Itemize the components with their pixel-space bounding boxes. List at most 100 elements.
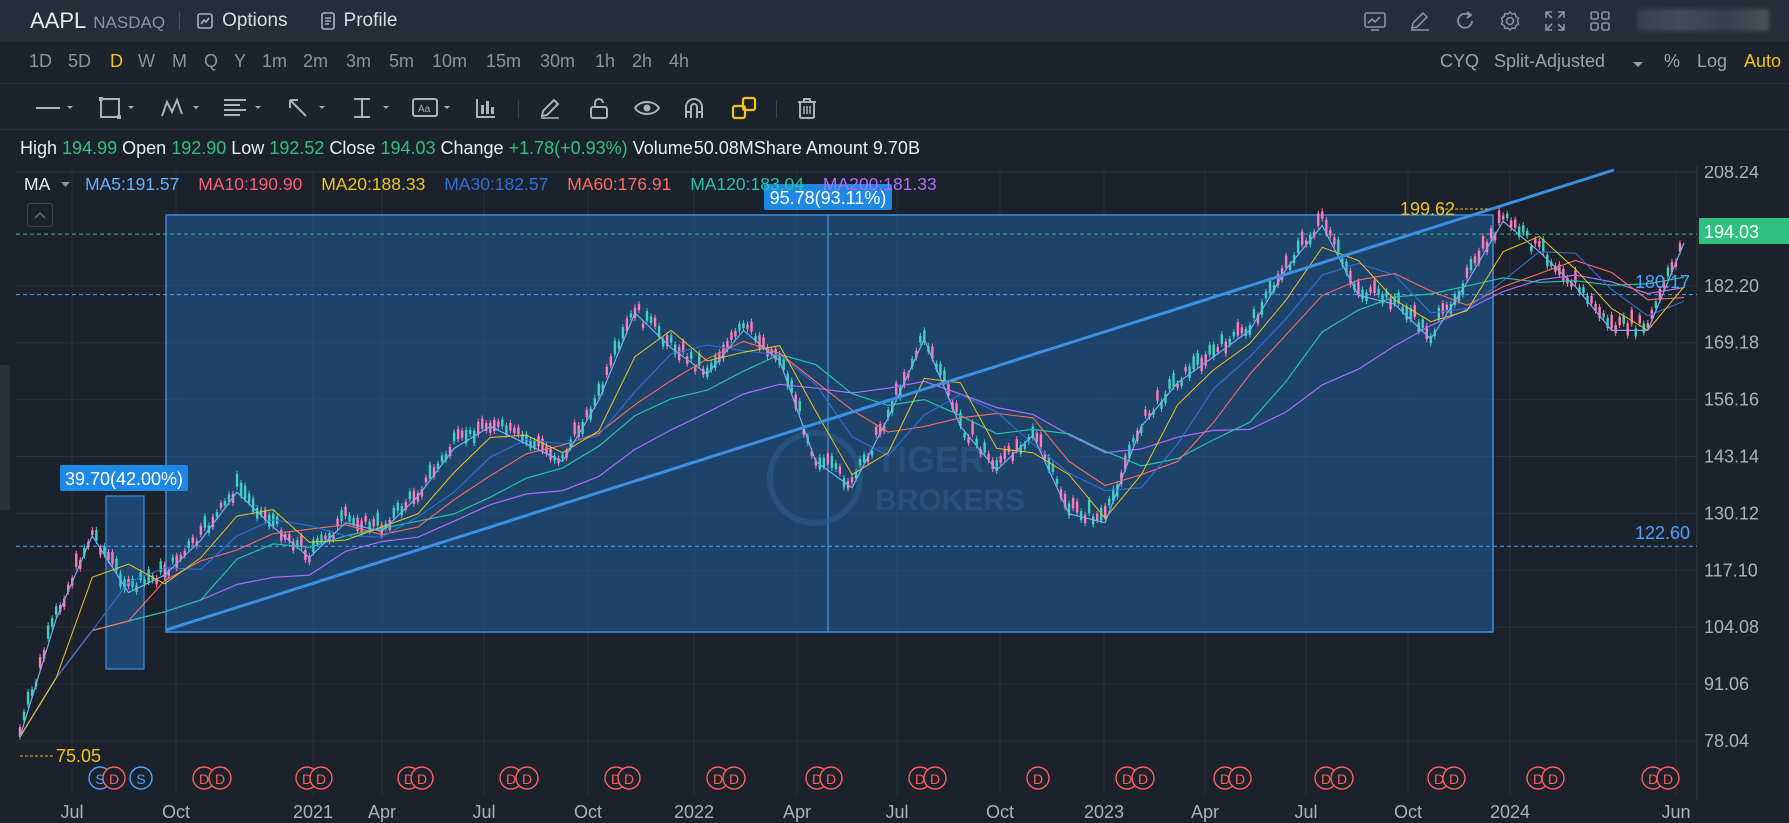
interval-2h[interactable]: 2h (632, 51, 652, 72)
auto-toggle[interactable]: Auto (1744, 51, 1781, 72)
event-marker-label: D (1449, 771, 1459, 787)
interval-15m[interactable]: 15m (486, 51, 521, 72)
price-tick-label: 156.16 (1704, 390, 1759, 410)
candle (1465, 267, 1469, 278)
indicator-icon[interactable] (474, 96, 498, 120)
ma-label[interactable]: MA (24, 174, 50, 194)
candle (1104, 506, 1107, 518)
cyq-toggle[interactable]: CYQ (1440, 51, 1479, 72)
interval-4h[interactable]: 4h (669, 51, 689, 72)
pen-icon[interactable] (538, 96, 562, 120)
candle (392, 507, 395, 518)
event-marker-label: D (1122, 771, 1132, 787)
interval-5d[interactable]: 5D (68, 51, 91, 72)
magnet-icon[interactable] (682, 96, 706, 120)
settings-icon[interactable] (1497, 8, 1523, 34)
interval-2m[interactable]: 2m (303, 51, 328, 72)
measure-tool-icon[interactable] (350, 96, 394, 120)
candle (706, 367, 709, 377)
open-value: 192.90 (171, 138, 227, 158)
current-price-label: 194.03 (1704, 222, 1759, 242)
candle (223, 501, 227, 506)
candle (1083, 514, 1087, 524)
edit-icon[interactable] (1407, 8, 1433, 34)
candle (621, 327, 625, 339)
line-tool-icon[interactable] (34, 96, 76, 120)
header-toolbar (1362, 8, 1613, 34)
date-tick-label: Jul (472, 802, 495, 822)
side-panel-handle[interactable] (0, 365, 10, 510)
percent-toggle[interactable]: % (1664, 51, 1680, 72)
date-tick-label: Oct (986, 802, 1014, 822)
profile-label: Profile (343, 10, 398, 31)
candle (1184, 367, 1187, 372)
refresh-icon[interactable] (1452, 8, 1478, 34)
candle (324, 535, 327, 540)
candle (143, 579, 146, 584)
candle (629, 313, 633, 318)
candle (1108, 498, 1111, 506)
interval-d[interactable]: D (110, 51, 123, 72)
interval-w[interactable]: W (138, 51, 155, 72)
candle (344, 506, 347, 517)
box1-label: 39.70(42.00%) (65, 469, 183, 489)
symbol-label[interactable]: AAPL (30, 8, 86, 34)
ma-dropdown-icon[interactable] (61, 182, 71, 188)
fullscreen-icon[interactable] (1542, 8, 1568, 34)
interval-y[interactable]: Y (234, 51, 246, 72)
candle (75, 553, 78, 567)
rectangle-tool-icon[interactable] (98, 96, 140, 120)
candle (1132, 437, 1135, 442)
interval-5m[interactable]: 5m (389, 51, 414, 72)
arrow-tool-icon[interactable] (286, 96, 330, 120)
options-button[interactable]: Options (196, 10, 288, 32)
interval-1d[interactable]: 1D (29, 51, 52, 72)
chevron-down-icon[interactable] (1632, 61, 1644, 69)
candle (26, 691, 30, 705)
candle (247, 493, 251, 503)
candle (1007, 445, 1010, 452)
candle (694, 367, 697, 372)
profile-button[interactable]: Profile (320, 10, 398, 32)
candle (348, 515, 351, 522)
layout-grid-icon[interactable] (1587, 8, 1613, 34)
account-area[interactable] (1637, 9, 1769, 31)
candle (1232, 331, 1236, 337)
candle (1437, 307, 1441, 320)
fib-tool-icon[interactable] (222, 96, 266, 120)
link-icon[interactable] (731, 96, 757, 120)
text-tool-icon[interactable]: Aa (411, 96, 455, 120)
price-tick-label: 208.24 (1704, 166, 1759, 182)
candle (826, 453, 830, 465)
interval-1h[interactable]: 1h (595, 51, 615, 72)
candle (1638, 315, 1641, 324)
candle (95, 530, 98, 541)
collapse-button[interactable] (27, 203, 53, 227)
interval-q[interactable]: Q (204, 51, 218, 72)
pattern-tool-icon[interactable] (160, 96, 204, 120)
high-label: High (20, 138, 58, 158)
event-marker-label: D (417, 771, 427, 787)
profile-icon (320, 12, 335, 30)
interval-m[interactable]: M (172, 51, 187, 72)
candle (440, 455, 444, 462)
adjust-select[interactable]: Split-Adjusted (1494, 51, 1605, 72)
interval-1m[interactable]: 1m (262, 51, 287, 72)
candle (690, 351, 693, 359)
interval-3m[interactable]: 3m (346, 51, 371, 72)
event-marker-label: D (729, 771, 739, 787)
drawing-toolbar: Aa (0, 86, 1789, 130)
interval-30m[interactable]: 30m (540, 51, 575, 72)
candle (1216, 346, 1219, 352)
eye-icon[interactable] (634, 96, 660, 120)
lock-icon[interactable] (587, 96, 611, 120)
candle (1075, 501, 1079, 513)
chart-icon[interactable] (1362, 8, 1388, 34)
event-marker-label: D (1663, 771, 1673, 787)
price-chart[interactable]: 208.24 182.20 169.18 156.16 143.14 130.12 117.… (0, 166, 1789, 823)
log-toggle[interactable]: Log (1697, 51, 1727, 72)
candle (1654, 301, 1658, 308)
interval-10m[interactable]: 10m (432, 51, 467, 72)
options-label: Options (222, 10, 288, 31)
trash-icon[interactable] (795, 96, 819, 120)
